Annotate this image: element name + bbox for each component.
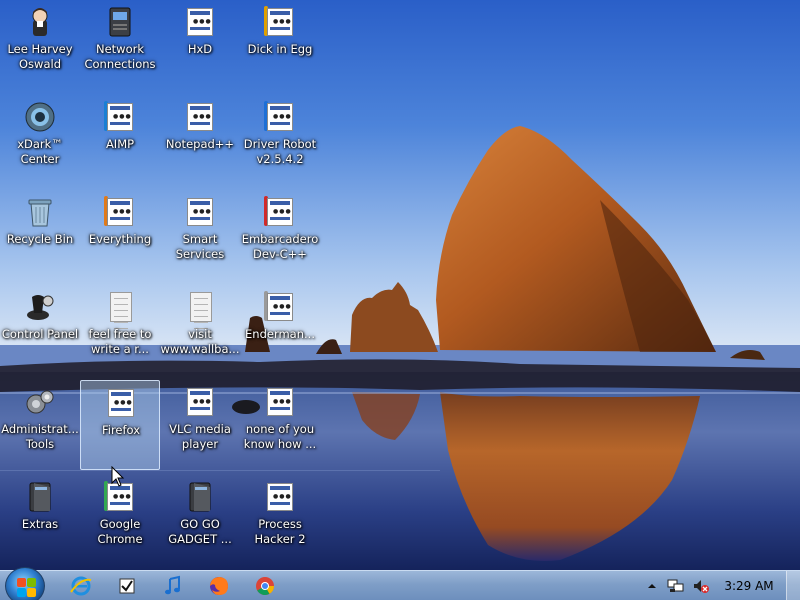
- document-icon: [104, 291, 136, 329]
- desktop-icon-label: Google Chrome: [97, 517, 143, 546]
- desktop-icon-enderman[interactable]: ●●● Enderman...: [240, 285, 320, 375]
- desktop-icon-smart-services[interactable]: ●●● Smart Services: [160, 190, 240, 280]
- recycle-bin-icon: [24, 196, 56, 228]
- desktop-icon-xdark-center[interactable]: xDark™ Center: [0, 95, 80, 185]
- windows-logo-icon: [17, 578, 26, 587]
- desktop-icon-aimp[interactable]: ●●● AIMP: [80, 95, 160, 185]
- show-desktop-button[interactable]: [786, 571, 800, 600]
- folder-icon: [24, 481, 56, 513]
- person-icon: [24, 6, 56, 38]
- folder-icon: [184, 481, 216, 513]
- desktop-icon-everything[interactable]: ●●● Everything: [80, 190, 160, 280]
- desktop-icon-embarcadero-dev-c[interactable]: ●●● Embarcadero Dev-C++: [240, 190, 320, 280]
- desktop-icon-label: Smart Services: [175, 232, 225, 261]
- desktop-icon-label: Recycle Bin: [6, 232, 74, 246]
- desktop-icon-label: feel free to write a r...: [88, 327, 152, 356]
- app-icon: ●●●: [184, 101, 216, 133]
- app-icon: ●●●: [184, 386, 216, 418]
- desktop-icon-label: Process Hacker 2: [254, 517, 306, 546]
- desktop-icon-label: Enderman...: [245, 327, 315, 341]
- app-icon: ●●●: [264, 6, 296, 38]
- control-panel-icon: [24, 291, 56, 323]
- desktop-icon-label: Notepad++: [165, 137, 235, 151]
- admin-tools-icon: [24, 386, 56, 418]
- app-icon: ●●●: [264, 386, 296, 418]
- desktop-icon-hxd[interactable]: ●●● HxD: [160, 0, 240, 90]
- app-icon: ●●●: [104, 101, 136, 133]
- taskbar-firefox[interactable]: [206, 574, 232, 598]
- speaker-icon: [24, 101, 56, 133]
- desktop-icon-go-go-gadget[interactable]: GO GO GADGET ...: [160, 475, 240, 565]
- document-icon: [184, 291, 216, 329]
- desktop-icon-google-chrome[interactable]: ●●● Google Chrome: [80, 475, 160, 565]
- desktop-icon-none-of-you-know-how[interactable]: ●●● none of you know how ...: [240, 380, 320, 470]
- app-icon: ●●●: [105, 387, 137, 419]
- network-tray-icon[interactable]: [667, 578, 684, 594]
- firefox-icon: [210, 577, 228, 595]
- desktop-icon-label: HxD: [187, 42, 213, 56]
- mouse-cursor-icon: [111, 466, 125, 487]
- desktop-icon-label: none of you know how ...: [243, 422, 317, 451]
- ie-icon: [70, 576, 92, 596]
- taskbar-checklist[interactable]: [114, 574, 140, 598]
- desktop-icon-label: Dick in Egg: [247, 42, 313, 56]
- taskbar-chrome[interactable]: [252, 574, 278, 598]
- app-icon: ●●●: [264, 101, 296, 133]
- desktop-icon-label: Lee Harvey Oswald: [7, 42, 73, 71]
- taskbar-music[interactable]: [160, 574, 186, 598]
- desktop-icon-firefox[interactable]: ●●● Firefox: [80, 380, 160, 470]
- show-hidden-icons-icon[interactable]: [644, 578, 660, 594]
- desktop-icon-dick-in-egg[interactable]: ●●● Dick in Egg: [240, 0, 320, 90]
- network-icon: [104, 6, 136, 38]
- app-icon: ●●●: [264, 481, 296, 513]
- desktop-icon-label: xDark™ Center: [17, 137, 63, 166]
- desktop-icon-process-hacker-2[interactable]: ●●● Process Hacker 2: [240, 475, 320, 565]
- desktop-icon-label: Firefox: [101, 423, 141, 437]
- start-button[interactable]: [5, 567, 45, 600]
- desktop-icon-feel-free-to-write-a-r[interactable]: feel free to write a r...: [80, 285, 160, 375]
- checkbox-icon: [119, 578, 135, 594]
- taskbar: 3:29 AM: [0, 567, 800, 600]
- desktop-icon-label: GO GO GADGET ...: [168, 517, 232, 546]
- desktop-icon-vlc-media-player[interactable]: ●●● VLC media player: [160, 380, 240, 470]
- app-icon: ●●●: [264, 291, 296, 323]
- volume-muted-icon[interactable]: [692, 578, 709, 594]
- taskbar-internet-explorer[interactable]: [68, 574, 94, 598]
- desktop-icon-label: Embarcadero Dev-C++: [241, 232, 319, 261]
- desktop-icon-administrat-tools[interactable]: Administrat... Tools: [0, 380, 80, 470]
- desktop-icon-recycle-bin[interactable]: Recycle Bin: [0, 190, 80, 280]
- desktop-icon-label: Driver Robot v2.5.4.2: [243, 137, 317, 166]
- taskbar-clock[interactable]: 3:29 AM: [712, 579, 786, 593]
- desktop-icon-control-panel[interactable]: Control Panel: [0, 285, 80, 375]
- desktop-icon-label: VLC media player: [169, 422, 231, 451]
- desktop-icon-notepad[interactable]: ●●● Notepad++: [160, 95, 240, 185]
- app-icon: ●●●: [264, 196, 296, 228]
- desktop-icon-lee-harvey-oswald[interactable]: Lee Harvey Oswald: [0, 0, 80, 90]
- desktop-icon-extras[interactable]: Extras: [0, 475, 80, 565]
- desktop-icon-label: AIMP: [105, 137, 135, 151]
- app-icon: ●●●: [184, 196, 216, 228]
- desktop-icon-label: Extras: [21, 517, 59, 531]
- desktop-icon-label: Everything: [88, 232, 152, 246]
- desktop-icon-label: visit www.wallba...: [160, 327, 240, 356]
- desktop-icon-label: Administrat... Tools: [1, 422, 79, 451]
- app-icon: ●●●: [104, 196, 136, 228]
- music-note-icon: [165, 575, 180, 595]
- desktop-icon-network-connections[interactable]: Network Connections: [80, 0, 160, 90]
- chrome-icon: [256, 577, 274, 596]
- desktop-icon-visit-www-wallba[interactable]: visit www.wallba...: [160, 285, 240, 375]
- desktop-icon-driver-robot-v2-5-4-2[interactable]: ●●● Driver Robot v2.5.4.2: [240, 95, 320, 185]
- desktop-icon-label: Control Panel: [1, 327, 79, 341]
- desktop-icon-label: Network Connections: [84, 42, 156, 71]
- app-icon: ●●●: [184, 6, 216, 38]
